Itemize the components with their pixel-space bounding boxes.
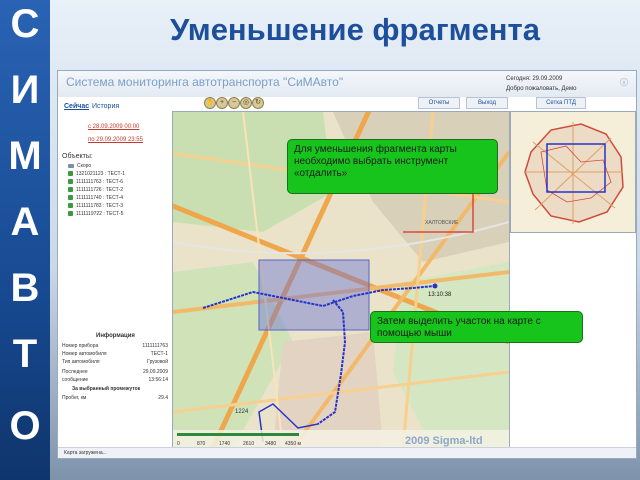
info-row: Номер автомобиля ТЕСТ-1 (62, 350, 168, 358)
tab-history[interactable]: История (92, 103, 119, 110)
app-header: Система мониторинга автотранспорта "СиМА… (58, 71, 636, 97)
object-item[interactable]: 1111111763 : ТЕСТ-6 (68, 179, 123, 186)
info-key: Последнее (62, 369, 88, 375)
object-label: 1111111726 : ТЕСТ-2 (76, 187, 124, 193)
minimap-grid-button[interactable]: Сетка ПТД (536, 97, 586, 109)
object-label: 1111111763 : ТЕСТ-6 (76, 179, 124, 185)
brand-letter: М (8, 134, 42, 178)
info-key: Номер автомобиля (62, 351, 107, 357)
info-key: Пробег, км (62, 395, 87, 401)
checkbox-icon[interactable] (68, 187, 73, 193)
app-title: Система мониторинга автотранспорта "СиМА… (66, 75, 344, 89)
car-icon (68, 163, 74, 168)
brand-letter: О (9, 404, 41, 448)
period-to-link[interactable]: по 29.09.2009 23:55 (88, 137, 143, 143)
vertical-brand-band: С И М А В Т О (0, 0, 50, 480)
zoom-selection-area[interactable] (258, 259, 370, 331)
info-key: Номер прибора (62, 343, 99, 349)
logout-button[interactable]: Выход (466, 97, 508, 109)
checkbox-icon[interactable] (68, 179, 73, 185)
vehicle-time-label: 13:10:38 (428, 292, 452, 298)
brand-letter: А (10, 200, 40, 244)
place-label: 1224 (235, 409, 249, 415)
info-value: ТЕСТ-1 (150, 351, 168, 357)
info-row: Номер прибора 1111111763 (62, 342, 168, 350)
brand-letter: В (10, 266, 40, 310)
vehicle-marker[interactable] (432, 283, 438, 289)
mileage-row: Пробег, км 29.4 (62, 394, 168, 402)
object-item[interactable]: 1111111783 : ТЕСТ-3 (68, 203, 123, 210)
info-row: сообщение 13:56:14 (62, 376, 168, 384)
zoom-in-icon[interactable]: + (216, 97, 228, 109)
object-item[interactable]: 1111119722 : ТЕСТ-5 (68, 211, 123, 218)
object-group-item[interactable]: Скоро (68, 163, 91, 170)
today-date: Сегодня: 29.09.2009 (506, 76, 563, 82)
info-value: 29.4 (158, 395, 168, 401)
help-icon[interactable]: ⓘ (620, 77, 628, 88)
status-text: Карта загружена... (64, 450, 107, 456)
scale-bar (177, 433, 299, 436)
info-row: Тип автомобиля Грузовой (62, 358, 168, 366)
hint-callout-select-area: Затем выделить участок на карте с помощь… (370, 311, 583, 343)
welcome-text: Добро пожаловать, Демо (506, 86, 577, 92)
pan-hand-icon[interactable]: ✋ (204, 97, 216, 109)
checkbox-icon[interactable] (68, 171, 73, 177)
period-subtitle: За выбранный промежуток (72, 386, 141, 392)
overview-minimap[interactable] (510, 111, 636, 233)
tab-now[interactable]: Сейчас (64, 103, 89, 110)
map-toolbar: ✋ + − ◎ ↻ (204, 97, 264, 109)
object-label: 1111119722 : ТЕСТ-5 (76, 211, 124, 217)
zoom-out-icon[interactable]: − (228, 97, 240, 109)
object-label: 1321021123 : ТЕСТ-1 (76, 171, 125, 177)
slide-title: Уменьшение фрагмента (170, 12, 540, 47)
objects-label: Объекты: (62, 153, 93, 160)
checkbox-icon[interactable] (68, 203, 73, 209)
object-item[interactable]: 1111111726 : ТЕСТ-2 (68, 187, 123, 194)
reports-button[interactable]: Отчеты (418, 97, 460, 109)
app-window: Система мониторинга автотранспорта "СиМА… (57, 70, 637, 459)
object-label: Скоро (77, 163, 92, 169)
object-item[interactable]: 1321021123 : ТЕСТ-1 (68, 171, 125, 178)
info-value: 29.09.2009 (142, 369, 168, 375)
minimap-canvas[interactable] (511, 112, 635, 232)
object-item[interactable]: 1111111740 : ТЕСТ-4 (68, 195, 123, 202)
brand-letter: Т (12, 332, 38, 376)
status-bar: Карта загружена... (58, 447, 636, 458)
brand-letter: С (10, 2, 40, 46)
period-from-link[interactable]: с 28.09.2009 00:00 (88, 124, 139, 130)
object-label: 1111111783 : ТЕСТ-3 (76, 203, 124, 209)
info-value: Грузовой (147, 359, 168, 365)
info-value: 13:56:14 (148, 377, 168, 383)
info-value: 1111111763 (142, 343, 168, 349)
watermark-text: 2009 Sigma-ltd (405, 435, 483, 447)
hint-callout-zoom-out: Для уменьшения фрагмента карты необходим… (287, 139, 498, 194)
place-label: ХАЛТОВСКИЕ (425, 220, 459, 226)
info-title: Информация (96, 333, 135, 339)
info-row: Последнее 29.09.2009 (62, 368, 168, 376)
checkbox-icon[interactable] (68, 195, 73, 201)
refresh-icon[interactable]: ↻ (252, 97, 264, 109)
locate-icon[interactable]: ◎ (240, 97, 252, 109)
info-key: сообщение (62, 377, 89, 383)
brand-letter: И (10, 68, 40, 112)
checkbox-icon[interactable] (68, 211, 73, 217)
info-key: Тип автомобиля (62, 359, 100, 365)
object-label: 1111111740 : ТЕСТ-4 (76, 195, 124, 201)
